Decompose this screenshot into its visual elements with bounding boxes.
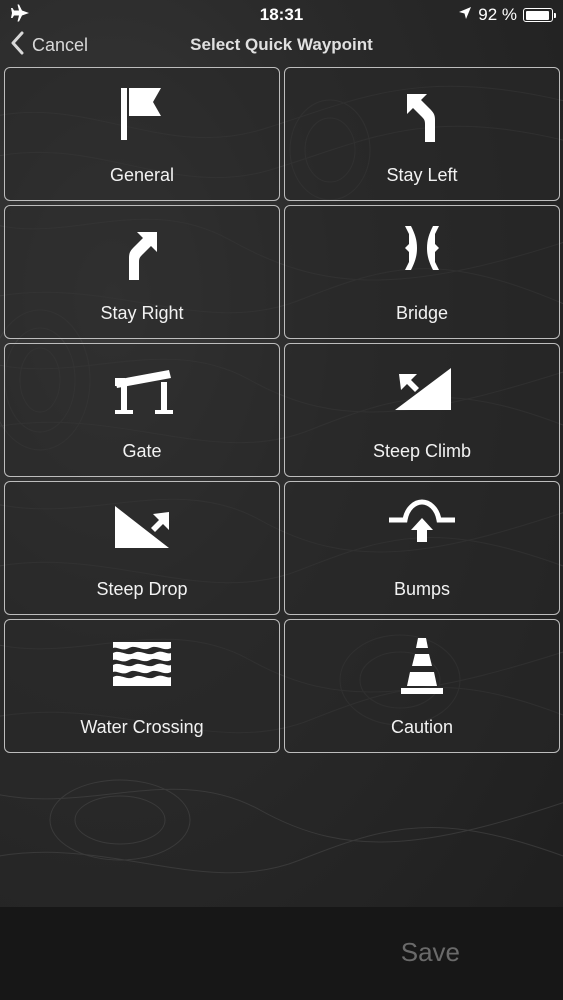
waypoint-label: Stay Left — [386, 165, 458, 185]
battery-percent: 92 % — [478, 5, 517, 24]
location-arrow-icon — [458, 5, 472, 25]
waypoint-label: Gate — [122, 441, 162, 461]
cancel-button[interactable]: Cancel — [10, 30, 88, 60]
steep-drop-icon — [107, 498, 177, 562]
waypoint-label: Stay Right — [100, 303, 184, 323]
status-right: 92 % — [458, 5, 556, 25]
bridge-icon — [387, 222, 457, 286]
bottom-bar: Save — [0, 907, 563, 1000]
gate-icon — [107, 360, 177, 424]
waypoint-tile-stay-left[interactable]: Stay Left — [284, 67, 560, 201]
waypoint-label: Water Crossing — [80, 717, 204, 737]
flag-icon — [107, 84, 177, 148]
waypoint-tile-general[interactable]: General — [4, 67, 280, 201]
waypoint-label: Bridge — [395, 303, 449, 323]
waypoint-label: Steep Drop — [96, 579, 188, 599]
waypoint-tile-gate[interactable]: Gate — [4, 343, 280, 477]
waypoint-label: Caution — [390, 717, 454, 737]
waypoint-tile-bridge[interactable]: Bridge — [284, 205, 560, 339]
steep-climb-icon — [387, 360, 457, 424]
waypoint-tile-bumps[interactable]: Bumps — [284, 481, 560, 615]
status-bar: 18:31 92 % — [0, 0, 563, 30]
caution-cone-icon — [387, 636, 457, 700]
nav-bar: Cancel Select Quick Waypoint — [0, 30, 563, 60]
waypoint-label: Bumps — [393, 579, 451, 599]
status-left — [10, 4, 30, 27]
stay-right-arrow-icon — [107, 222, 177, 286]
waypoint-tile-steep-drop[interactable]: Steep Drop — [4, 481, 280, 615]
waypoint-tile-caution[interactable]: Caution — [284, 619, 560, 753]
waypoint-label: General — [109, 165, 175, 185]
water-crossing-icon — [107, 636, 177, 700]
chevron-left-icon — [10, 31, 24, 60]
battery-fill — [525, 10, 549, 20]
waypoint-tile-water-crossing[interactable]: Water Crossing — [4, 619, 280, 753]
waypoint-grid: General Stay Left Stay Right Bridge Gate… — [4, 67, 560, 753]
waypoint-tile-steep-climb[interactable]: Steep Climb — [284, 343, 560, 477]
battery-icon — [523, 8, 556, 22]
screen: 18:31 92 % Cancel Select Quick Waypoint — [0, 0, 563, 1000]
bumps-icon — [387, 498, 457, 562]
airplane-icon — [10, 4, 30, 27]
waypoint-label: Steep Climb — [372, 441, 472, 461]
waypoint-tile-stay-right[interactable]: Stay Right — [4, 205, 280, 339]
cancel-label: Cancel — [32, 34, 89, 55]
save-button[interactable]: Save — [401, 937, 460, 968]
stay-left-arrow-icon — [387, 84, 457, 148]
